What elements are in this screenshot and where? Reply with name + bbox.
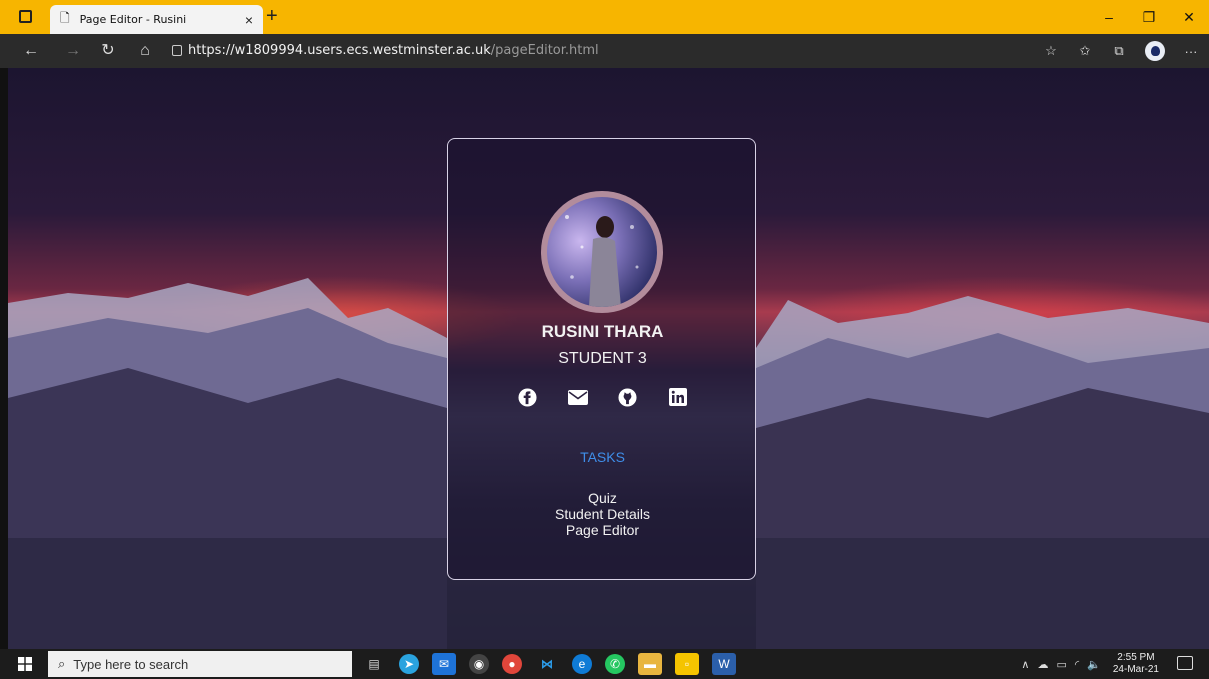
wifi-icon[interactable]: ◜ xyxy=(1075,658,1079,671)
profile-photo xyxy=(547,197,657,307)
notifications-icon[interactable] xyxy=(1177,656,1193,670)
tray-expand-icon[interactable]: ∧ xyxy=(1021,658,1029,671)
tasks-heading[interactable]: TASKS xyxy=(448,449,757,465)
window-menu-icon[interactable] xyxy=(19,10,32,23)
new-tab-button[interactable]: + xyxy=(266,6,278,26)
tab-close-button[interactable]: × xyxy=(245,12,253,28)
taskbar-search-input[interactable]: ⌕ Type here to search xyxy=(48,651,352,677)
edge-icon[interactable]: e xyxy=(572,654,592,674)
lock-icon[interactable] xyxy=(172,45,182,56)
clock-time: 2:55 PM xyxy=(1117,652,1155,663)
system-tray: ∧ ☁ ▭ ◜ 🔈 2:55 PM 24-Mar-21 xyxy=(1021,649,1159,679)
close-button[interactable]: ✕ xyxy=(1169,0,1209,34)
home-button[interactable]: ⌂ xyxy=(130,34,160,68)
tab-title: Page Editor - Rusini xyxy=(79,13,187,26)
task-view-icon[interactable]: ▤ xyxy=(362,653,386,675)
collections-icon[interactable]: ⧉ xyxy=(1111,43,1127,59)
back-button[interactable]: ← xyxy=(16,34,46,68)
clock-date: 24-Mar-21 xyxy=(1112,664,1159,675)
search-placeholder: Type here to search xyxy=(73,656,189,672)
windows-taskbar: ⌕ Type here to search ▤ ➤ ✉ ◉ ● ⋈ e ✆ ▬ … xyxy=(0,649,1209,679)
search-icon: ⌕ xyxy=(58,656,66,671)
minimize-button[interactable]: – xyxy=(1089,0,1129,34)
address-field[interactable]: https://w1809994.users.ecs.westminster.a… xyxy=(188,34,599,68)
volume-icon[interactable]: 🔈 xyxy=(1087,658,1101,671)
linkedin-icon[interactable] xyxy=(668,387,688,407)
media-player-icon[interactable]: ◉ xyxy=(469,654,489,674)
task-link-student-details[interactable]: Student Details xyxy=(448,506,757,522)
vscode-icon[interactable]: ⋈ xyxy=(535,653,559,675)
favorite-star-icon[interactable]: ☆ xyxy=(1043,43,1059,59)
student-name: RUSINI THARA xyxy=(541,322,664,341)
favorites-icon[interactable]: ✩ xyxy=(1077,43,1093,59)
telegram-icon[interactable]: ➤ xyxy=(399,654,419,674)
task-list: Quiz Student Details Page Editor xyxy=(448,490,757,538)
facebook-icon[interactable] xyxy=(518,387,538,407)
sticky-notes-icon[interactable]: ▫ xyxy=(675,653,699,675)
avatar-ring xyxy=(541,191,663,313)
url-host: https://w1809994.users.ecs.westminster.a… xyxy=(188,43,491,58)
mail-icon[interactable] xyxy=(567,387,588,407)
taskbar-clock[interactable]: 2:55 PM 24-Mar-21 xyxy=(1113,652,1159,676)
windows-start-icon[interactable] xyxy=(18,657,32,671)
mail-app-icon[interactable]: ✉ xyxy=(432,653,456,675)
github-icon[interactable] xyxy=(618,387,638,407)
profile-avatar[interactable] xyxy=(1145,41,1165,61)
onedrive-icon[interactable]: ☁ xyxy=(1037,658,1048,671)
social-links xyxy=(448,387,757,407)
whatsapp-icon[interactable]: ✆ xyxy=(605,654,625,674)
file-explorer-icon[interactable]: ▬ xyxy=(638,653,662,675)
refresh-button[interactable]: ↻ xyxy=(93,34,123,68)
chrome-icon[interactable]: ● xyxy=(502,654,522,674)
task-link-page-editor[interactable]: Page Editor xyxy=(448,522,757,538)
browser-titlebar: 🗋 Page Editor - Rusini × + – ❐ ✕ xyxy=(0,0,1209,34)
url-path: /pageEditor.html xyxy=(490,43,599,58)
profile-card: RUSINI THARA STUDENT 3 TASKS Quiz Studen… xyxy=(447,138,756,580)
browser-toolbar: ← → ↻ ⌂ https://w1809994.users.ecs.westm… xyxy=(0,34,1209,68)
word-icon[interactable]: W xyxy=(712,653,736,675)
battery-icon[interactable]: ▭ xyxy=(1056,658,1066,671)
page-viewport: RUSINI THARA STUDENT 3 TASKS Quiz Studen… xyxy=(8,68,1209,649)
forward-button[interactable]: → xyxy=(58,34,88,68)
more-menu-icon[interactable]: ··· xyxy=(1183,44,1199,59)
task-link-quiz[interactable]: Quiz xyxy=(448,490,757,506)
student-role: STUDENT 3 xyxy=(558,350,647,367)
browser-tab[interactable]: 🗋 Page Editor - Rusini × xyxy=(50,5,263,34)
page-icon: 🗋 xyxy=(60,11,70,25)
restore-button[interactable]: ❐ xyxy=(1129,0,1169,34)
